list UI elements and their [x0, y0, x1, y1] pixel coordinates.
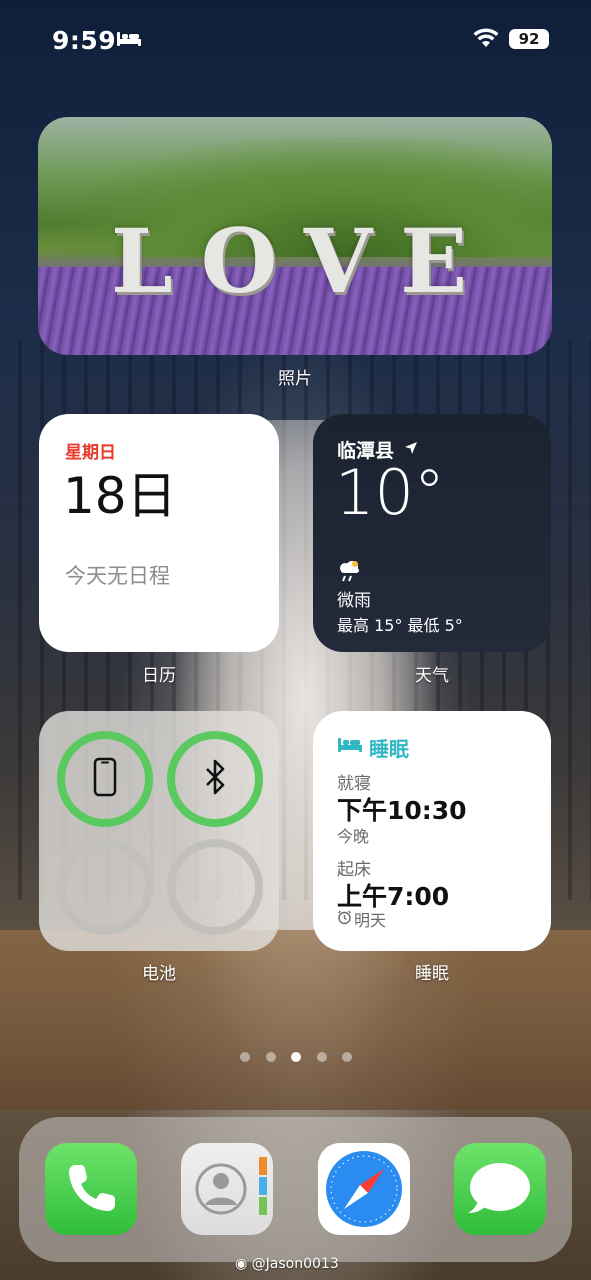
- contacts-app-icon[interactable]: [181, 1143, 273, 1235]
- calendar-widget[interactable]: 星期日 18日 今天无日程: [39, 414, 279, 652]
- empty-battery-ring-1: [57, 839, 153, 935]
- battery-indicator: 92: [509, 29, 549, 49]
- calendar-no-events: 今天无日程: [65, 564, 170, 588]
- page-dot-4[interactable]: [316, 1052, 327, 1062]
- batteries-widget-label: 电池: [142, 964, 176, 984]
- weather-condition: 微雨: [337, 591, 371, 611]
- phone-app-icon[interactable]: [45, 1143, 137, 1235]
- rain-cloud-icon: [337, 560, 363, 586]
- photo-love-sculpture: LOVE: [110, 209, 496, 313]
- iphone-battery-ring: [57, 731, 153, 827]
- sleep-widget-label: 睡眠: [415, 964, 449, 984]
- iphone-icon: [93, 757, 117, 801]
- wallpaper-table: [0, 930, 591, 1110]
- watermark-text: @Jason0013: [251, 1256, 339, 1272]
- dock: [19, 1117, 572, 1262]
- page-dot-3[interactable]: [291, 1052, 301, 1062]
- status-bar: 9:59 92: [0, 0, 591, 80]
- weather-widget[interactable]: 临潭县 10° 微雨 最高 15° 最低 5°: [313, 414, 551, 652]
- wifi-icon: [473, 28, 499, 52]
- empty-battery-ring-2: [167, 839, 263, 935]
- status-time: 9:59: [52, 26, 117, 55]
- alarm-clock-icon: [337, 910, 352, 929]
- bedtime-day: 今晚: [337, 827, 370, 846]
- calendar-widget-label: 日历: [142, 666, 176, 686]
- sleep-title: 睡眠: [369, 737, 409, 761]
- weather-widget-label: 天气: [415, 666, 449, 686]
- bluetooth-battery-ring: [167, 731, 263, 827]
- calendar-date: 18日: [63, 467, 177, 525]
- sleep-widget[interactable]: 睡眠 就寝 下午10:30 今晚 起床 上午7:00 明天: [313, 711, 551, 951]
- page-indicator[interactable]: [240, 1052, 352, 1064]
- safari-app-icon[interactable]: [318, 1143, 410, 1235]
- batteries-widget[interactable]: [39, 711, 279, 951]
- bedtime-value: 下午10:30: [337, 796, 467, 825]
- weather-range: 最高 15° 最低 5°: [337, 616, 463, 635]
- wake-day: 明天: [354, 911, 387, 930]
- weibo-watermark: ◉ @Jason0013: [235, 1256, 339, 1272]
- page-dot-5[interactable]: [342, 1052, 352, 1062]
- photos-widget-label: 照片: [278, 369, 312, 389]
- messages-app-icon[interactable]: [454, 1143, 546, 1235]
- weibo-icon: ◉: [235, 1256, 248, 1272]
- bed-icon: [337, 736, 363, 758]
- bluetooth-icon: [203, 759, 227, 799]
- photos-widget[interactable]: LOVE: [38, 117, 552, 355]
- sleep-mode-icon: [116, 30, 142, 52]
- page-dot-2[interactable]: [265, 1052, 276, 1062]
- page-dot-1[interactable]: [240, 1052, 250, 1062]
- weather-temperature: 10°: [335, 456, 445, 529]
